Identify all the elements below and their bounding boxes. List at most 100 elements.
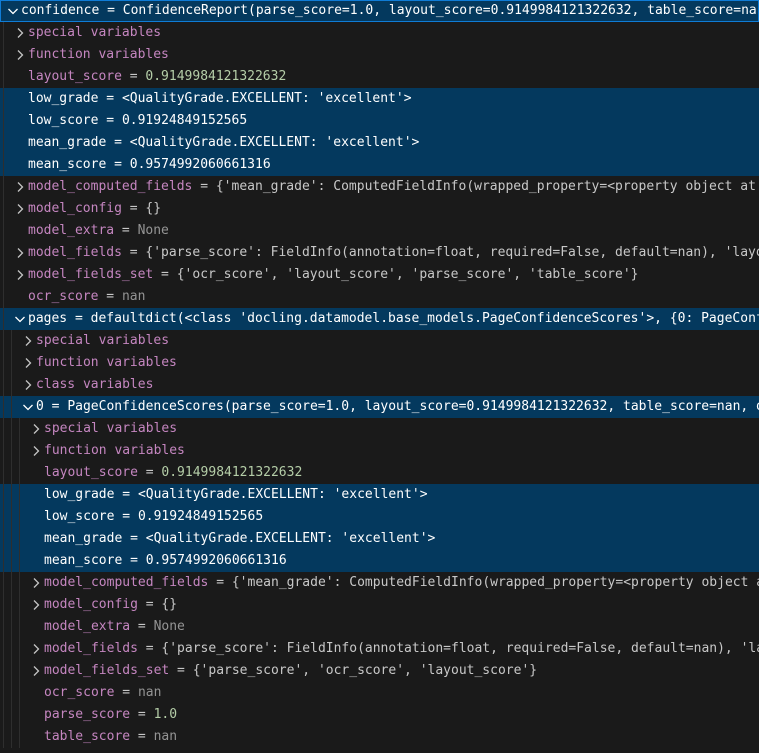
variable-row-ocr-score[interactable]: ocr_score = nan <box>0 286 759 308</box>
variable-row-parse-score[interactable]: parse_score = 1.0 <box>0 704 759 726</box>
twistie-spacer <box>28 465 44 481</box>
indent-guide <box>11 352 12 374</box>
equals-separator: = <box>98 110 121 132</box>
equals-separator: = <box>130 704 153 726</box>
variable-row-function-variables[interactable]: function variables <box>0 44 759 66</box>
twistie-spacer <box>28 729 44 745</box>
indent-guide <box>3 462 4 484</box>
equals-separator: = <box>99 0 122 22</box>
chevron-right-icon[interactable] <box>12 47 28 63</box>
variable-row-mean-grade[interactable]: mean_grade = <QualityGrade.EXCELLENT: 'e… <box>0 528 759 550</box>
indent-guide <box>11 484 12 506</box>
variable-row-mean-score[interactable]: mean_score = 0.9574992060661316 <box>0 154 759 176</box>
variable-row-layout-score[interactable]: layout_score = 0.9149984121322632 <box>0 462 759 484</box>
chevron-right-icon[interactable] <box>28 575 44 591</box>
variable-value: ConfidenceReport(parse_score=1.0, layout… <box>123 0 759 22</box>
chevron-right-icon[interactable] <box>28 663 44 679</box>
chevron-right-icon[interactable] <box>20 377 36 393</box>
variable-row-table-score[interactable]: table_score = nan <box>0 726 759 748</box>
equals-separator: = <box>153 264 176 286</box>
variable-value: {} <box>145 198 161 220</box>
variable-row-model-fields-set[interactable]: model_fields_set = {'parse_score', 'ocr_… <box>0 660 759 682</box>
chevron-right-icon[interactable] <box>12 201 28 217</box>
variable-value: 0.9149984121322632 <box>161 462 302 484</box>
variable-row-special-variables[interactable]: special variables <box>0 330 759 352</box>
chevron-down-icon[interactable] <box>20 399 36 415</box>
equals-separator: = <box>122 66 145 88</box>
twistie-spacer <box>12 69 28 85</box>
indent-guide <box>3 132 4 154</box>
indent-guide <box>3 264 4 286</box>
variable-row-low-score[interactable]: low_score = 0.91924849152565 <box>0 506 759 528</box>
chevron-right-icon[interactable] <box>28 597 44 613</box>
chevron-right-icon[interactable] <box>12 25 28 41</box>
indent-guide <box>3 550 4 572</box>
variable-row-function-variables[interactable]: function variables <box>0 352 759 374</box>
chevron-right-icon[interactable] <box>28 443 44 459</box>
variable-row-model-config[interactable]: model_config = {} <box>0 594 759 616</box>
variable-name: model_fields <box>28 242 122 264</box>
variable-row-model-fields[interactable]: model_fields = {'parse_score': FieldInfo… <box>0 638 759 660</box>
variable-name: function variables <box>36 352 177 374</box>
variable-row-model-extra[interactable]: model_extra = None <box>0 616 759 638</box>
equals-separator: = <box>138 462 161 484</box>
variable-value: nan <box>138 682 161 704</box>
indent-guide <box>11 726 12 748</box>
equals-separator: = <box>169 660 192 682</box>
chevron-down-icon[interactable] <box>5 3 21 19</box>
equals-separator: = <box>138 594 161 616</box>
variable-row-pages[interactable]: pages = defaultdict(<class 'docling.data… <box>0 308 759 330</box>
variable-row-model-fields[interactable]: model_fields = {'parse_score': FieldInfo… <box>0 242 759 264</box>
chevron-right-icon[interactable] <box>28 641 44 657</box>
indent-guide <box>11 462 12 484</box>
variable-row-class-variables[interactable]: class variables <box>0 374 759 396</box>
chevron-right-icon[interactable] <box>20 333 36 349</box>
indent-guide <box>3 242 4 264</box>
variable-row-mean-grade[interactable]: mean_grade = <QualityGrade.EXCELLENT: 'e… <box>0 132 759 154</box>
indent-guide <box>3 154 4 176</box>
variable-value: <QualityGrade.EXCELLENT: 'excellent'> <box>146 528 436 550</box>
indent-guide <box>3 220 4 242</box>
variable-row-special-variables[interactable]: special variables <box>0 22 759 44</box>
variable-row-0[interactable]: 0 = PageConfidenceScores(parse_score=1.0… <box>0 396 759 418</box>
indent-guide <box>19 704 20 726</box>
variable-row-model-computed-fields[interactable]: model_computed_fields = {'mean_grade': C… <box>0 176 759 198</box>
variable-name: function variables <box>44 440 185 462</box>
variable-row-model-computed-fields[interactable]: model_computed_fields = {'mean_grade': C… <box>0 572 759 594</box>
variable-name: mean_grade <box>28 132 106 154</box>
variable-name: ocr_score <box>44 682 114 704</box>
indent-guide <box>19 616 20 638</box>
variable-name: table_score <box>44 726 130 748</box>
indent-guide <box>11 528 12 550</box>
variable-value: {'ocr_score', 'layout_score', 'parse_sco… <box>177 264 639 286</box>
twistie-spacer <box>12 91 28 107</box>
chevron-down-icon[interactable] <box>12 311 28 327</box>
variable-row-function-variables[interactable]: function variables <box>0 440 759 462</box>
variable-row-low-grade[interactable]: low_grade = <QualityGrade.EXCELLENT: 'ex… <box>0 484 759 506</box>
variable-name: model_config <box>28 198 122 220</box>
chevron-right-icon[interactable] <box>20 355 36 371</box>
chevron-right-icon[interactable] <box>12 245 28 261</box>
variable-value: nan <box>154 726 177 748</box>
variable-row-low-grade[interactable]: low_grade = <QualityGrade.EXCELLENT: 'ex… <box>0 88 759 110</box>
variable-row-layout-score[interactable]: layout_score = 0.9149984121322632 <box>0 66 759 88</box>
twistie-spacer <box>28 553 44 569</box>
variable-row-ocr-score[interactable]: ocr_score = nan <box>0 682 759 704</box>
variable-row-model-config[interactable]: model_config = {} <box>0 198 759 220</box>
variable-value: <QualityGrade.EXCELLENT: 'excellent'> <box>130 132 420 154</box>
chevron-right-icon[interactable] <box>12 267 28 283</box>
variable-row-mean-score[interactable]: mean_score = 0.9574992060661316 <box>0 550 759 572</box>
twistie-spacer <box>28 685 44 701</box>
variable-row-confidence[interactable]: confidence = ConfidenceReport(parse_scor… <box>0 0 759 22</box>
equals-separator: = <box>122 550 145 572</box>
indent-guide <box>11 418 12 440</box>
chevron-right-icon[interactable] <box>12 179 28 195</box>
variable-value: <QualityGrade.EXCELLENT: 'excellent'> <box>138 484 428 506</box>
chevron-right-icon[interactable] <box>28 421 44 437</box>
variable-row-low-score[interactable]: low_score = 0.91924849152565 <box>0 110 759 132</box>
variable-value: defaultdict(<class 'docling.datamodel.ba… <box>91 308 759 330</box>
variable-row-model-extra[interactable]: model_extra = None <box>0 220 759 242</box>
variable-value: {'mean_grade': ComputedFieldInfo(wrapped… <box>216 176 756 198</box>
variable-row-special-variables[interactable]: special variables <box>0 418 759 440</box>
variable-row-model-fields-set[interactable]: model_fields_set = {'ocr_score', 'layout… <box>0 264 759 286</box>
